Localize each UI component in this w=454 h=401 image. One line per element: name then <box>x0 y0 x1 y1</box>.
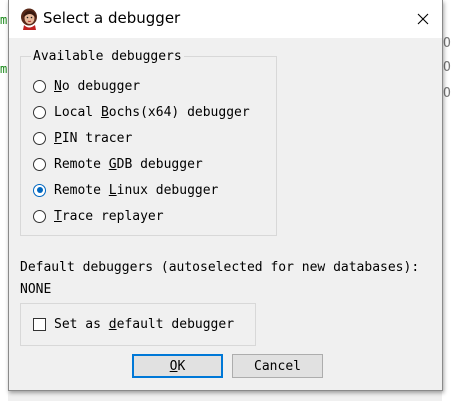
background-text: O <box>443 36 451 51</box>
background-app-right: O O O <box>442 0 454 401</box>
ok-button[interactable]: OK <box>132 354 223 378</box>
radio-button[interactable] <box>33 157 46 171</box>
radio-label: No debugger <box>54 78 141 94</box>
radio-local-bochs[interactable]: Local Bochs(x64) debugger <box>33 102 250 122</box>
checkbox-label: Set as default debugger <box>54 316 235 332</box>
set-default-checkbox[interactable] <box>33 317 46 331</box>
ok-button-key: O <box>169 358 178 374</box>
default-debuggers-value: NONE <box>20 282 52 297</box>
close-icon <box>417 13 429 25</box>
radio-label: Remote GDB debugger <box>54 156 203 172</box>
set-default-checkbox-row[interactable]: Set as default debugger <box>33 314 234 334</box>
ida-app-icon <box>21 8 37 30</box>
radio-button-selected[interactable] <box>33 183 46 197</box>
background-text: m <box>0 62 8 76</box>
background-text: m <box>0 13 8 27</box>
radio-label: PIN tracer <box>54 130 133 146</box>
close-button[interactable] <box>404 0 442 38</box>
radio-remote-linux[interactable]: Remote Linux debugger <box>33 180 218 200</box>
background-app-left: m m <box>0 0 8 401</box>
window-title: Select a debugger <box>43 9 181 27</box>
radio-no-debugger[interactable]: No debugger <box>33 76 140 96</box>
radio-label: Trace replayer <box>54 208 164 224</box>
ok-button-label: K <box>177 358 186 374</box>
radio-label: Remote Linux debugger <box>54 182 219 198</box>
radio-remote-gdb[interactable]: Remote GDB debugger <box>33 154 203 174</box>
background-text: O <box>443 86 451 101</box>
radio-pin-tracer[interactable]: PIN tracer <box>33 128 132 148</box>
background-text: O <box>443 60 451 75</box>
title-bar[interactable]: Select a debugger <box>9 0 442 38</box>
radio-label: Local Bochs(x64) debugger <box>54 104 250 120</box>
radio-button[interactable] <box>33 105 46 119</box>
radio-button[interactable] <box>33 79 46 93</box>
radio-button[interactable] <box>33 131 46 145</box>
available-debuggers-legend: Available debuggers <box>31 49 184 64</box>
radio-trace-replayer[interactable]: Trace replayer <box>33 206 164 226</box>
default-debuggers-label: Default debuggers (autoselected for new … <box>20 260 420 275</box>
select-debugger-dialog: Select a debugger Available debuggers No… <box>8 0 443 391</box>
radio-button[interactable] <box>33 209 46 223</box>
cancel-button[interactable]: Cancel <box>232 354 323 378</box>
